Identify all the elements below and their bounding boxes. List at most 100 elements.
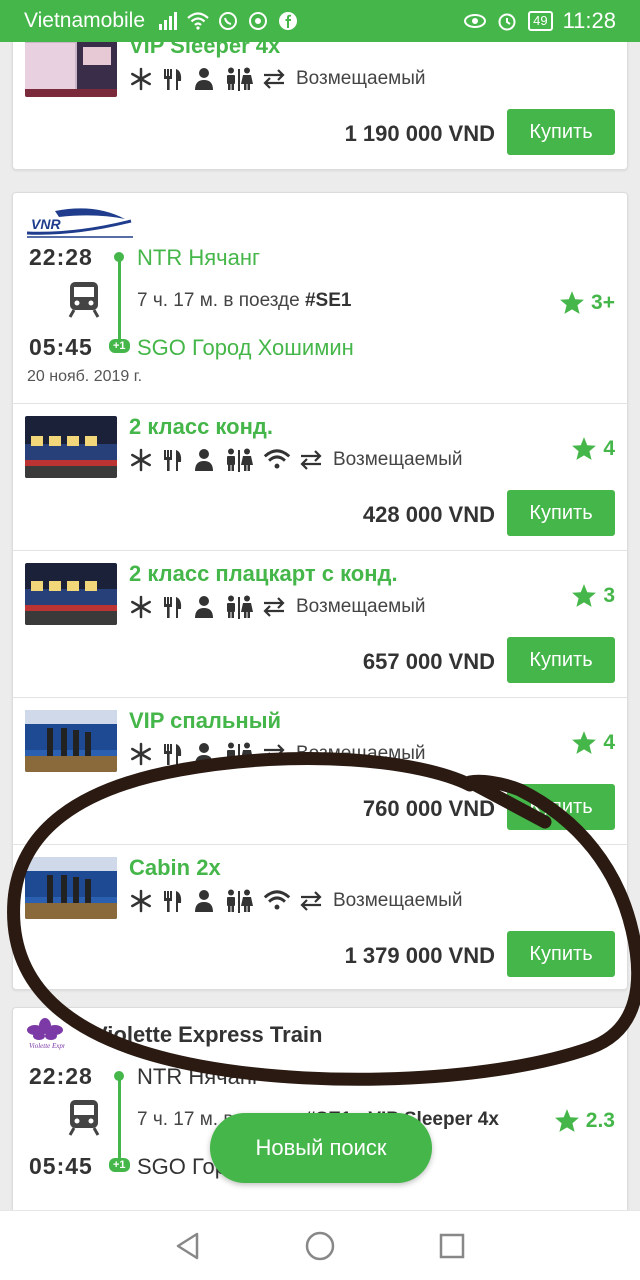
fare-rating: 3 bbox=[571, 583, 615, 608]
snowflake-icon bbox=[131, 67, 151, 91]
utensils-icon bbox=[164, 450, 182, 471]
status-bar: Vietnamobile 49 11:28 bbox=[0, 0, 640, 42]
new-search-button[interactable]: Новый поиск bbox=[210, 1113, 432, 1183]
fare-rating: 4 bbox=[571, 436, 615, 461]
buy-button[interactable]: Купить bbox=[507, 109, 615, 155]
system-nav-bar bbox=[0, 1210, 640, 1280]
fare-photo bbox=[25, 563, 117, 625]
arrival-time: 05:45 bbox=[29, 1153, 93, 1179]
refundable-label: Возмещаемый bbox=[296, 743, 426, 764]
utensils-icon bbox=[164, 597, 182, 618]
utensils-icon bbox=[164, 69, 182, 90]
buy-button[interactable]: Купить bbox=[507, 490, 615, 536]
fare-name: VIP спальный bbox=[129, 708, 282, 733]
toilet-icon bbox=[227, 448, 253, 472]
clock: 11:28 bbox=[562, 8, 616, 33]
exchange-icon bbox=[263, 597, 285, 617]
train-summary[interactable]: VNR 22:28 NTR Нячанг 7 ч. 17 м. в поезде… bbox=[13, 193, 627, 403]
departure-station: NTR Нячанг bbox=[137, 1064, 260, 1089]
whatsapp-icon bbox=[217, 10, 239, 32]
fare-photo bbox=[25, 710, 117, 772]
fare-photo bbox=[25, 42, 117, 97]
departure-time: 22:28 bbox=[29, 244, 93, 270]
snowflake-icon bbox=[131, 448, 151, 472]
exchange-icon bbox=[263, 744, 285, 764]
fare-name: 2 класс конд. bbox=[129, 414, 273, 439]
route-line bbox=[118, 257, 121, 343]
departure-station: NTR Нячанг bbox=[137, 245, 260, 270]
utensils-icon bbox=[164, 891, 182, 912]
toilet-icon bbox=[227, 889, 253, 913]
fare-photo bbox=[25, 857, 117, 919]
alarm-icon bbox=[496, 10, 518, 32]
train-icon bbox=[68, 282, 100, 318]
star-icon bbox=[572, 437, 597, 460]
fare-row: 2 класс конд. Возмещаемый 4 428 000 VND Купи… bbox=[13, 403, 627, 549]
trip-duration: 7 ч. 17 м. в поезде #SE1 bbox=[137, 290, 352, 311]
train-card-se1: VNR 22:28 NTR Нячанг 7 ч. 17 м. в поезде… bbox=[12, 192, 628, 990]
wifi-icon bbox=[187, 10, 209, 32]
fare-price: 428 000 VND bbox=[362, 502, 495, 527]
person-icon bbox=[195, 890, 213, 912]
fare-price: 657 000 VND bbox=[362, 649, 495, 674]
refundable-label: Возмещаемый bbox=[296, 68, 426, 89]
utensils-icon bbox=[164, 744, 182, 765]
chrome-icon bbox=[247, 10, 269, 32]
amenities: Возмещаемый bbox=[129, 448, 462, 472]
train-rating: 3+ bbox=[559, 290, 615, 315]
amenities: Возмещаемый bbox=[129, 889, 462, 913]
buy-button[interactable]: Купить bbox=[507, 637, 615, 683]
battery-indicator: 49 bbox=[528, 11, 553, 31]
fare-row: VIP Sleeper 4x Возмещаемый 1 190 000 VND… bbox=[13, 42, 627, 169]
snowflake-icon bbox=[131, 595, 151, 619]
exchange-icon bbox=[300, 450, 322, 470]
amenities: Возмещаемый bbox=[129, 67, 425, 91]
toilet-icon bbox=[227, 742, 253, 766]
toilet-icon bbox=[227, 595, 253, 619]
results-list[interactable]: VIP Sleeper 4x Возмещаемый 1 190 000 VND… bbox=[0, 42, 640, 1210]
svg-text:Violette Express: Violette Express bbox=[29, 1042, 65, 1050]
star-icon bbox=[560, 291, 584, 314]
home-icon[interactable] bbox=[300, 1226, 340, 1266]
fare-name: 2 класс плацкарт с конд. bbox=[129, 561, 398, 586]
fare-photo bbox=[25, 416, 117, 478]
recents-icon[interactable] bbox=[432, 1226, 472, 1266]
vnr-logo: VNR bbox=[25, 205, 135, 244]
person-icon bbox=[195, 743, 213, 765]
departure-time: 22:28 bbox=[29, 1063, 93, 1089]
train-number: #SE1 bbox=[304, 290, 352, 311]
wifi-icon bbox=[263, 449, 291, 469]
wifi-icon bbox=[263, 890, 291, 910]
fare-price: 760 000 VND bbox=[362, 796, 495, 821]
fare-row: Cabin 2x Возмещаемый 1 379 000 VND Купить bbox=[13, 844, 627, 990]
snowflake-icon bbox=[131, 889, 151, 913]
refundable-label: Возмещаемый bbox=[333, 449, 463, 470]
person-icon bbox=[195, 596, 213, 618]
fare-row: 2 класс плацкарт с конд. Возмещаемый 3 657 … bbox=[13, 550, 627, 696]
fare-name: VIP Sleeper 4x bbox=[129, 42, 281, 58]
back-icon[interactable] bbox=[168, 1226, 208, 1266]
arrival-station: SGO Город Хошимин bbox=[137, 335, 354, 360]
person-icon bbox=[195, 449, 213, 471]
buy-button[interactable]: Купить bbox=[507, 784, 615, 830]
facebook-icon bbox=[277, 10, 299, 32]
operator-name: Violette Express Train bbox=[93, 1022, 323, 1047]
star-icon bbox=[554, 1109, 579, 1132]
train-card-previous: VIP Sleeper 4x Возмещаемый 1 190 000 VND… bbox=[12, 42, 628, 170]
star-icon bbox=[572, 731, 597, 754]
arrival-time: 05:45 bbox=[29, 334, 93, 360]
fare-name: Cabin 2x bbox=[129, 855, 221, 880]
next-day-badge: +1 bbox=[109, 339, 130, 353]
fare-price: 1 379 000 VND bbox=[344, 943, 495, 968]
travel-date: 20 нояб. 2019 г. bbox=[27, 368, 143, 385]
person-icon bbox=[195, 68, 213, 90]
train-rating: 2.3 bbox=[554, 1108, 615, 1133]
amenities: Возмещаемый bbox=[129, 595, 425, 619]
violette-logo: Violette Express bbox=[25, 1016, 74, 1055]
refundable-label: Возмещаемый bbox=[333, 890, 463, 911]
signal-icon bbox=[157, 10, 179, 32]
star-icon bbox=[572, 584, 597, 607]
buy-button[interactable]: Купить bbox=[507, 931, 615, 977]
amenities: Возмещаемый bbox=[129, 742, 425, 766]
fare-rating: 4 bbox=[571, 730, 615, 755]
